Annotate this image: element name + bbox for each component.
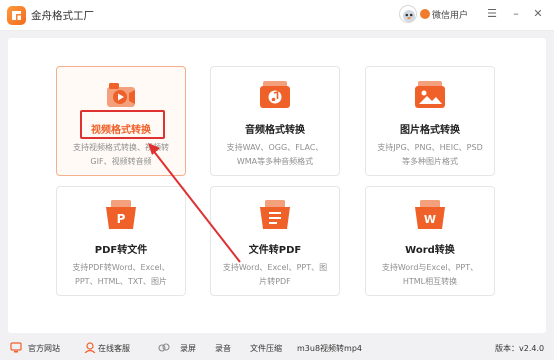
footer-compress[interactable]: 文件压缩 — [250, 343, 282, 354]
footer-record-screen[interactable]: 录屏 — [180, 343, 196, 354]
footer-website-link[interactable]: 官方网站 — [28, 343, 60, 354]
footer-m3u8[interactable]: m3u8视频转mp4 — [297, 343, 362, 354]
footer-record-audio[interactable]: 录音 — [215, 343, 231, 354]
website-icon — [10, 342, 22, 353]
annotation-arrow — [148, 143, 241, 263]
customer-service-icon — [84, 342, 96, 353]
link-icon — [158, 343, 170, 352]
version-label: 版本：v2.4.0 — [495, 344, 545, 353]
footer-bar: 官方网站 在线客服 录屏 录音 文件压缩 m3u8视频转mp4 版本：v2.4.… — [0, 338, 554, 360]
footer-service-link[interactable]: 在线客服 — [98, 343, 130, 354]
